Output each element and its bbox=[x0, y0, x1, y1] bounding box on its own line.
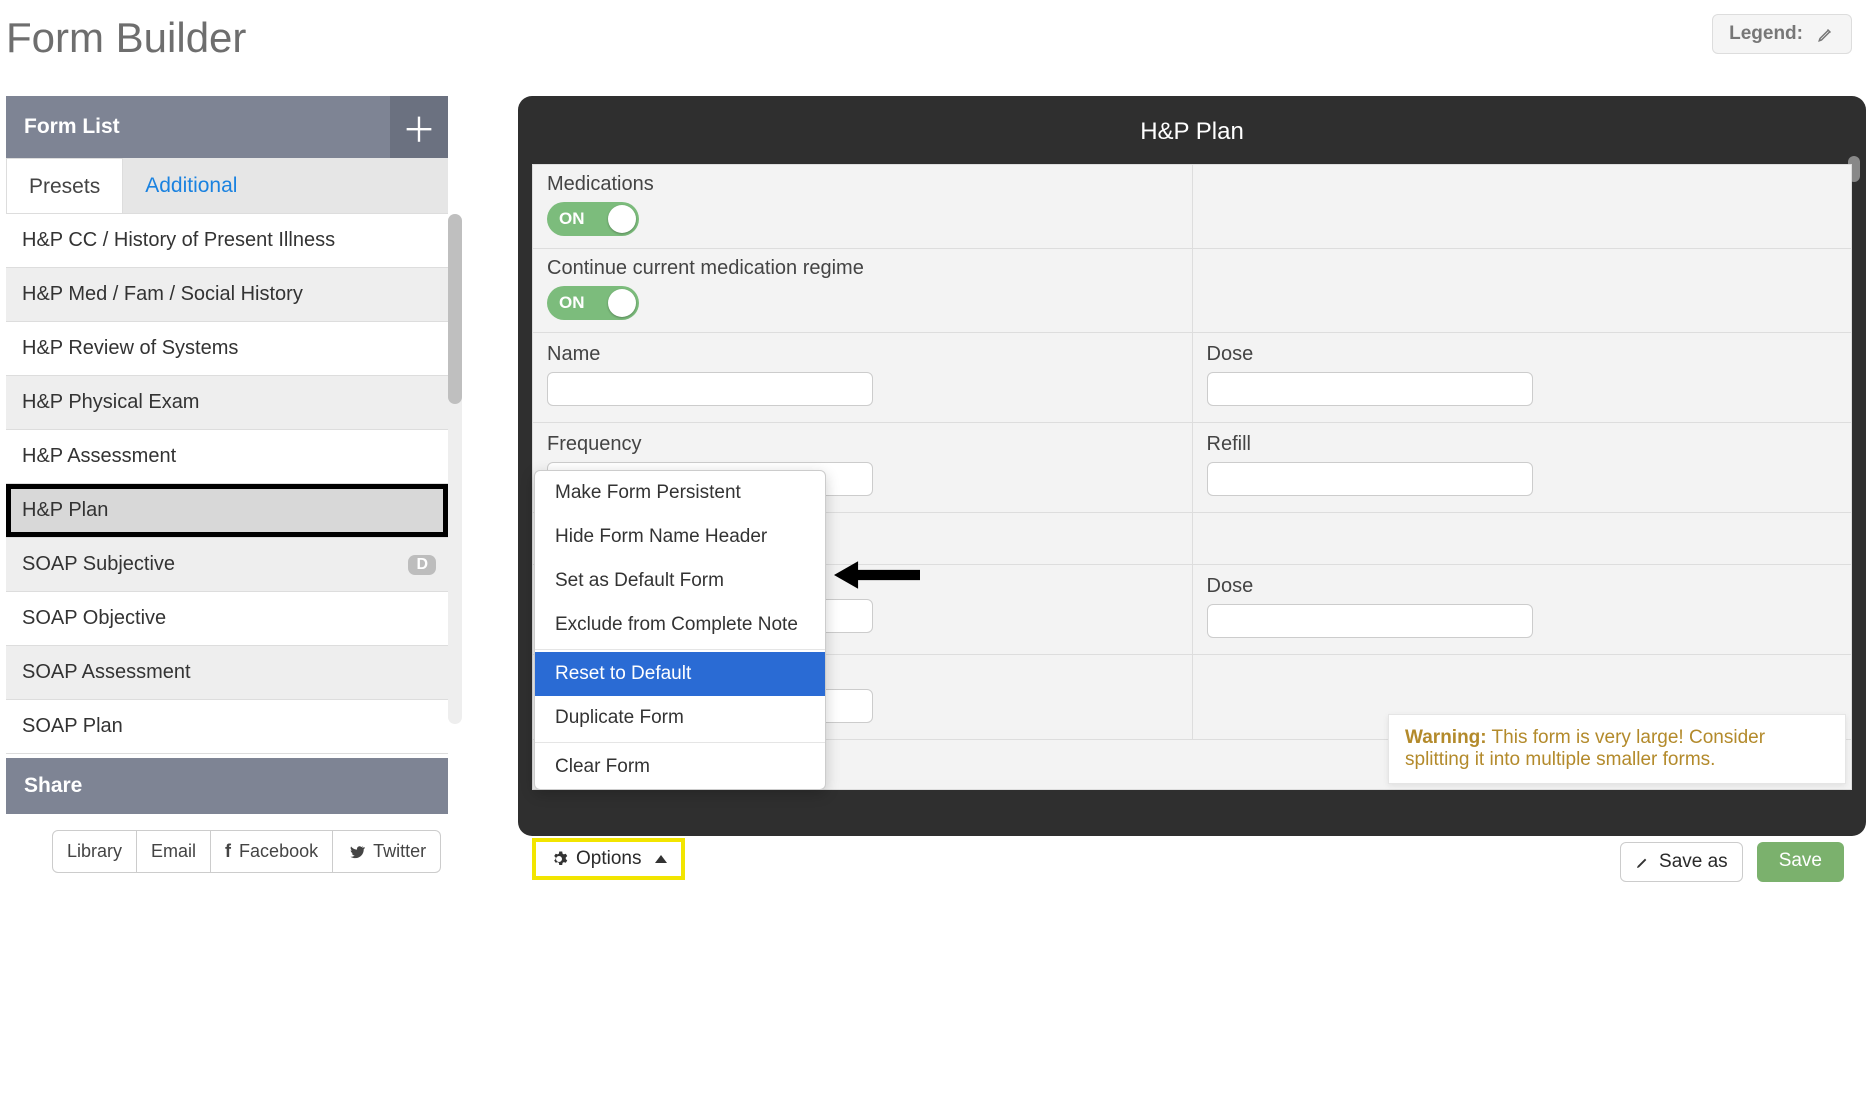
save-as-label: Save as bbox=[1659, 851, 1728, 873]
share-library-button[interactable]: Library bbox=[52, 830, 137, 873]
form-list-header: Form List ＋ bbox=[6, 96, 448, 158]
twitter-icon bbox=[347, 843, 365, 861]
canvas-title: H&P Plan bbox=[532, 110, 1852, 164]
option-clear[interactable]: Clear Form bbox=[535, 745, 825, 789]
field-continue-regime: Continue current medication regime ON bbox=[533, 249, 1193, 332]
form-list-title: Form List bbox=[6, 115, 120, 139]
option-exclude[interactable]: Exclude from Complete Note bbox=[535, 603, 825, 647]
toggle-medications[interactable]: ON bbox=[547, 202, 639, 236]
share-facebook-button[interactable]: f Facebook bbox=[211, 830, 333, 873]
share-email-button[interactable]: Email bbox=[137, 830, 211, 873]
dose-input[interactable] bbox=[1207, 372, 1533, 406]
save-button[interactable]: Save bbox=[1757, 842, 1844, 882]
legend-label: Legend: bbox=[1729, 23, 1803, 45]
empty-cell bbox=[1193, 165, 1852, 248]
toggle-on-label: ON bbox=[559, 209, 585, 229]
toggle-on-label: ON bbox=[559, 293, 585, 313]
field-dose: Dose bbox=[1193, 333, 1852, 422]
field-label: Medications bbox=[547, 173, 1178, 196]
menu-separator bbox=[535, 649, 825, 650]
option-duplicate[interactable]: Duplicate Form bbox=[535, 696, 825, 740]
tab-presets[interactable]: Presets bbox=[6, 158, 123, 213]
share-facebook-label: Facebook bbox=[239, 841, 318, 862]
list-item[interactable]: SOAP Objective bbox=[6, 592, 448, 646]
warning-tooltip: Warning: This form is very large! Consid… bbox=[1388, 714, 1846, 784]
option-reset-default[interactable]: Reset to Default bbox=[535, 652, 825, 696]
dose2-input[interactable] bbox=[1207, 604, 1533, 638]
gear-icon bbox=[550, 850, 568, 868]
list-item[interactable]: H&P CC / History of Present Illness bbox=[6, 214, 448, 268]
tab-additional[interactable]: Additional bbox=[123, 158, 259, 213]
field-refill: Refill bbox=[1193, 423, 1852, 512]
add-form-button[interactable]: ＋ bbox=[390, 96, 448, 158]
default-badge: D bbox=[408, 555, 436, 575]
list-item-label: SOAP Subjective bbox=[22, 553, 175, 575]
list-item[interactable]: SOAP Subjective D bbox=[6, 538, 448, 592]
pencil-icon bbox=[1635, 854, 1651, 870]
share-row: Library Email f Facebook Twitter bbox=[6, 814, 448, 873]
list-item[interactable]: H&P Assessment bbox=[6, 430, 448, 484]
toggle-continue[interactable]: ON bbox=[547, 286, 639, 320]
field-label: Dose bbox=[1207, 343, 1838, 366]
field-label: Continue current medication regime bbox=[547, 257, 1178, 280]
warning-strong: Warning: bbox=[1405, 727, 1487, 748]
option-make-persistent[interactable]: Make Form Persistent bbox=[535, 471, 825, 515]
option-set-default[interactable]: Set as Default Form bbox=[535, 559, 825, 603]
form-list: H&P CC / History of Present Illness H&P … bbox=[6, 214, 448, 754]
list-item[interactable]: H&P Physical Exam bbox=[6, 376, 448, 430]
toggle-knob bbox=[608, 289, 636, 317]
sidebar-tabs: Presets Additional bbox=[6, 158, 448, 214]
scrollbar-track[interactable] bbox=[448, 214, 462, 724]
options-label: Options bbox=[576, 848, 641, 870]
field-name: Name bbox=[533, 333, 1193, 422]
list-item[interactable]: H&P Review of Systems bbox=[6, 322, 448, 376]
options-button[interactable]: Options bbox=[532, 838, 685, 880]
legend-button[interactable]: Legend: bbox=[1712, 14, 1852, 54]
options-menu: Make Form Persistent Hide Form Name Head… bbox=[534, 470, 826, 790]
option-hide-header[interactable]: Hide Form Name Header bbox=[535, 515, 825, 559]
name-input[interactable] bbox=[547, 372, 873, 406]
pencil-icon bbox=[1817, 25, 1835, 43]
refill-input[interactable] bbox=[1207, 462, 1533, 496]
page-title: Form Builder bbox=[6, 14, 1872, 62]
menu-separator bbox=[535, 742, 825, 743]
scrollbar-thumb[interactable] bbox=[448, 214, 462, 404]
field-dose-2: Dose bbox=[1193, 565, 1852, 654]
list-item-selected[interactable]: H&P Plan bbox=[6, 484, 448, 538]
share-header: Share bbox=[6, 758, 448, 814]
annotation-arrow bbox=[834, 557, 920, 598]
share-twitter-label: Twitter bbox=[373, 841, 426, 862]
list-item[interactable]: SOAP Plan bbox=[6, 700, 448, 754]
caret-up-icon bbox=[655, 855, 667, 863]
share-twitter-button[interactable]: Twitter bbox=[333, 830, 441, 873]
field-label: Refill bbox=[1207, 433, 1838, 456]
list-item[interactable]: SOAP Assessment bbox=[6, 646, 448, 700]
field-label: Name bbox=[547, 343, 1178, 366]
field-label: Dose bbox=[1207, 575, 1838, 598]
facebook-icon: f bbox=[225, 841, 231, 862]
field-label: Frequency bbox=[547, 433, 1178, 456]
form-canvas: H&P Plan Medications ON Continue current… bbox=[518, 96, 1866, 836]
list-item[interactable]: H&P Med / Fam / Social History bbox=[6, 268, 448, 322]
field-medications: Medications ON bbox=[533, 165, 1193, 248]
save-as-button[interactable]: Save as bbox=[1620, 842, 1743, 882]
toggle-knob bbox=[608, 205, 636, 233]
